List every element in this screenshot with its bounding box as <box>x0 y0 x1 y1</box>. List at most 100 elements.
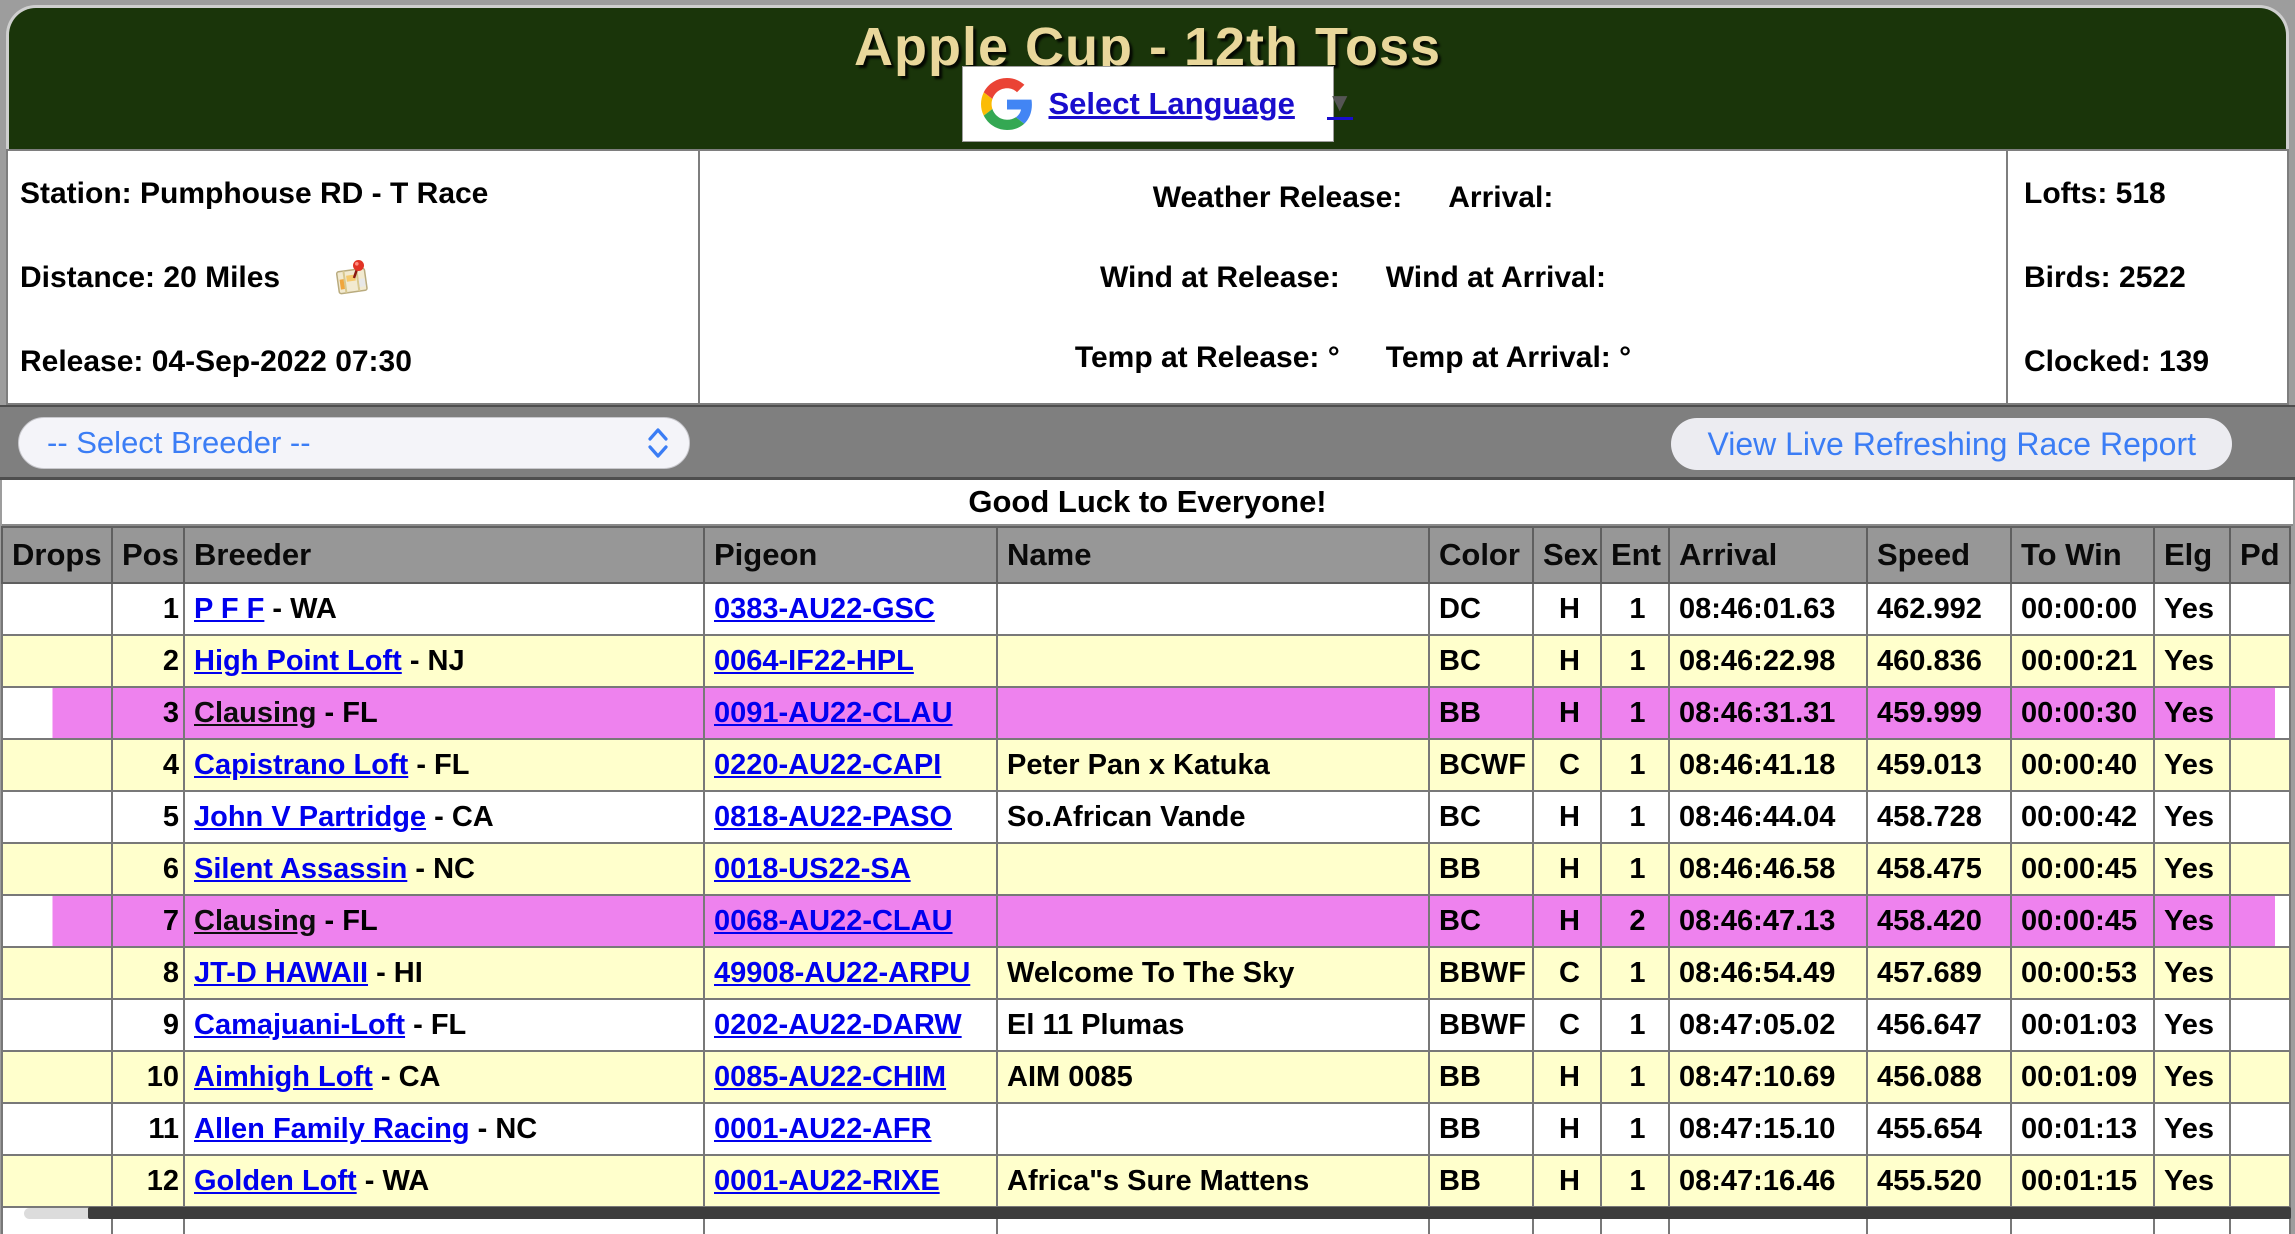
pigeon-link[interactable]: 0091-AU22-CLAU <box>714 697 953 729</box>
pigeon-link[interactable]: 0818-AU22-PASO <box>714 801 952 833</box>
col-name: Name <box>997 527 1429 583</box>
table-row: 2 High Point Loft - NJ 0064-IF22-HPL BC … <box>2 635 2290 687</box>
cell-sex: H <box>1533 843 1601 895</box>
breeder-link[interactable]: Clausing <box>194 905 316 937</box>
select-chevrons-icon <box>647 426 669 460</box>
cell-name <box>997 687 1429 739</box>
pigeon-link[interactable]: 0085-AU22-CHIM <box>714 1061 946 1093</box>
cell-elg: Yes <box>2154 687 2230 739</box>
cell-drops <box>2 895 112 947</box>
cell-drops <box>2 739 112 791</box>
station-line: Station: Pumphouse RD - T Race <box>20 177 686 211</box>
breeder-link[interactable]: Golden Loft <box>194 1165 357 1197</box>
select-language-link[interactable]: Select Language <box>1049 86 1295 122</box>
map-pin-icon[interactable] <box>330 256 374 300</box>
pigeon-link[interactable]: 0383-AU22-GSC <box>714 593 935 625</box>
view-live-report-button[interactable]: View Live Refreshing Race Report <box>1671 418 2232 470</box>
cell-breeder: Clausing - FL <box>184 895 704 947</box>
cell-elg: Yes <box>2154 999 2230 1051</box>
race-info-section: Station: Pumphouse RD - T Race Distance:… <box>6 149 2289 405</box>
breeder-state: - FL <box>316 697 377 729</box>
breeder-link[interactable]: Silent Assassin <box>194 853 407 885</box>
translate-dropdown-arrow[interactable]: ▼ <box>1327 89 1353 120</box>
cell-speed: 458.475 <box>1867 843 2011 895</box>
cell-name <box>997 843 1429 895</box>
col-ent: Ent <box>1601 527 1669 583</box>
breeder-link[interactable]: High Point Loft <box>194 645 402 677</box>
breeder-link[interactable]: JT-D HAWAII <box>194 957 368 989</box>
weather-arrival-label: Arrival: <box>1448 181 1553 215</box>
cell-color: BC <box>1429 895 1533 947</box>
breeder-state: - NC <box>470 1113 538 1145</box>
breeder-link[interactable]: Clausing <box>194 697 316 729</box>
cell-arrival: 08:47:16.46 <box>1669 1155 1867 1207</box>
distance-line: Distance: 20 Miles <box>20 261 280 295</box>
cell-pd <box>2230 843 2290 895</box>
horizontal-scrollbar[interactable] <box>0 1206 2295 1220</box>
pigeon-link[interactable]: 0018-US22-SA <box>714 853 911 885</box>
table-row: 8 JT-D HAWAII - HI 49908-AU22-ARPU Welco… <box>2 947 2290 999</box>
cell-pigeon: 0818-AU22-PASO <box>704 791 997 843</box>
table-row: 1 P F F - WA 0383-AU22-GSC DC H 1 08:46:… <box>2 583 2290 635</box>
cell-elg: Yes <box>2154 895 2230 947</box>
cell-sex: H <box>1533 583 1601 635</box>
cell-arrival: 08:46:54.49 <box>1669 947 1867 999</box>
cell-color: BB <box>1429 687 1533 739</box>
col-towin: To Win <box>2011 527 2154 583</box>
cell-color: BBWF <box>1429 947 1533 999</box>
cell-sex: C <box>1533 999 1601 1051</box>
pigeon-link[interactable]: 0001-AU22-RIXE <box>714 1165 940 1197</box>
cell-pos: 5 <box>112 791 184 843</box>
cell-sex: H <box>1533 791 1601 843</box>
cell-speed: 459.013 <box>1867 739 2011 791</box>
cell-sex: H <box>1533 635 1601 687</box>
cell-drops <box>2 1155 112 1207</box>
cell-arrival: 08:46:47.13 <box>1669 895 1867 947</box>
scrollbar-track-cap <box>24 1208 94 1219</box>
breeder-link[interactable]: John V Partridge <box>194 801 426 833</box>
pigeon-link[interactable]: 0001-AU22-AFR <box>714 1113 932 1145</box>
cell-pos: 3 <box>112 687 184 739</box>
cell-pigeon: 0383-AU22-GSC <box>704 583 997 635</box>
cell-color: BC <box>1429 791 1533 843</box>
cell-breeder: Aimhigh Loft - CA <box>184 1051 704 1103</box>
cell-drops <box>2 1051 112 1103</box>
cell-name: Africa"s Sure Mattens <box>997 1155 1429 1207</box>
cell-towin: 00:00:45 <box>2011 895 2154 947</box>
breeder-link[interactable]: Aimhigh Loft <box>194 1061 373 1093</box>
results-tbody: 1 P F F - WA 0383-AU22-GSC DC H 1 08:46:… <box>2 583 2290 1234</box>
breeder-link[interactable]: Camajuani-Loft <box>194 1009 405 1041</box>
cell-pos: 7 <box>112 895 184 947</box>
cell-pos: 4 <box>112 739 184 791</box>
pigeon-link[interactable]: 49908-AU22-ARPU <box>714 957 970 989</box>
cell-speed: 458.420 <box>1867 895 2011 947</box>
breeder-state: - WA <box>264 593 337 625</box>
cell-pos: 9 <box>112 999 184 1051</box>
scrollbar-thumb[interactable] <box>88 1207 2291 1219</box>
cell-sex: C <box>1533 947 1601 999</box>
cell-sex: H <box>1533 1155 1601 1207</box>
cell-name: Welcome To The Sky <box>997 947 1429 999</box>
cell-pd <box>2230 1155 2290 1207</box>
breeder-link[interactable]: Capistrano Loft <box>194 749 408 781</box>
breeder-link[interactable]: P F F <box>194 593 264 625</box>
breeder-link[interactable]: Allen Family Racing <box>194 1113 470 1145</box>
cell-elg: Yes <box>2154 583 2230 635</box>
cell-elg: Yes <box>2154 1051 2230 1103</box>
cell-pos: 6 <box>112 843 184 895</box>
cell-arrival: 08:46:41.18 <box>1669 739 1867 791</box>
cell-color: BC <box>1429 635 1533 687</box>
race-report-page: Apple Cup - 12th Toss Select Language ▼ … <box>0 0 2295 1234</box>
cell-ent: 1 <box>1601 739 1669 791</box>
cell-breeder: JT-D HAWAII - HI <box>184 947 704 999</box>
pigeon-link[interactable]: 0202-AU22-DARW <box>714 1009 962 1041</box>
pigeon-link[interactable]: 0220-AU22-CAPI <box>714 749 941 781</box>
cell-arrival: 08:47:10.69 <box>1669 1051 1867 1103</box>
pigeon-link[interactable]: 0064-IF22-HPL <box>714 645 914 677</box>
cell-ent: 1 <box>1601 687 1669 739</box>
cell-arrival: 08:46:22.98 <box>1669 635 1867 687</box>
table-row: 11 Allen Family Racing - NC 0001-AU22-AF… <box>2 1103 2290 1155</box>
breeder-select[interactable]: -- Select Breeder -- <box>18 417 690 469</box>
pigeon-link[interactable]: 0068-AU22-CLAU <box>714 905 953 937</box>
cell-breeder: Silent Assassin - NC <box>184 843 704 895</box>
